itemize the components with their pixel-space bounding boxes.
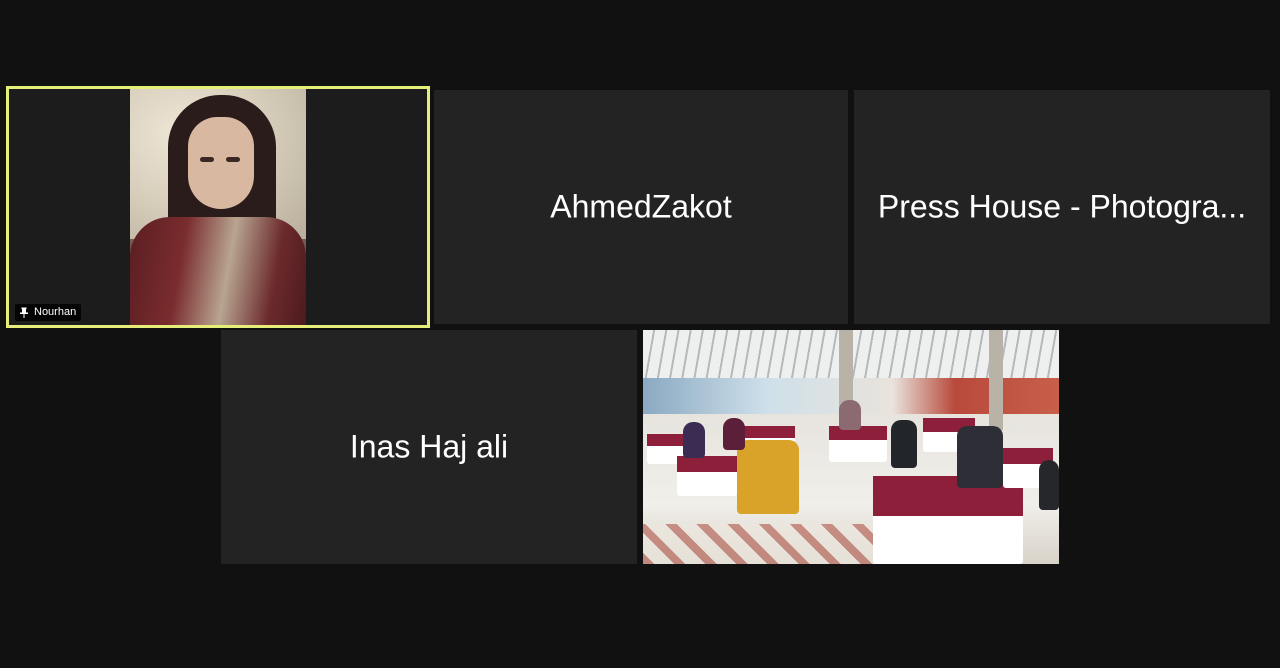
participant-name: Press House - Photogra... <box>877 188 1247 225</box>
dining-table <box>829 426 887 462</box>
pin-icon <box>19 307 29 318</box>
participant-tile-nourhan[interactable]: Nourhan <box>6 86 430 328</box>
seated-person <box>737 440 799 514</box>
participant-tile-inas-haj-ali[interactable]: Inas Haj ali <box>221 330 637 564</box>
seated-person <box>1039 460 1059 510</box>
participant-name-badge: Nourhan <box>15 304 82 321</box>
participant-eye <box>226 157 240 162</box>
participant-tile-ahmedzakot[interactable]: AhmedZakot <box>434 90 848 324</box>
participant-name: Inas Haj ali <box>349 428 509 465</box>
dining-table <box>677 456 737 496</box>
seated-person <box>723 418 745 450</box>
participant-scarf <box>130 217 306 325</box>
dining-table <box>873 476 1023 564</box>
participant-face <box>188 117 254 209</box>
room-pillar <box>989 330 1003 430</box>
participant-tile-press-house[interactable]: Press House - Photogra... <box>854 90 1270 324</box>
seated-person <box>957 426 1003 488</box>
participant-name-label: Nourhan <box>34 306 77 318</box>
seated-person <box>683 422 705 458</box>
participant-eye <box>200 157 214 162</box>
participant-video-feed <box>130 89 306 325</box>
gallery-view: Nourhan AhmedZakot Press House - Photogr… <box>0 0 1280 668</box>
seated-person <box>839 400 861 430</box>
participant-tile-room-camera[interactable] <box>643 330 1059 564</box>
seated-person <box>891 420 917 468</box>
participant-name: AhmedZakot <box>550 188 732 225</box>
